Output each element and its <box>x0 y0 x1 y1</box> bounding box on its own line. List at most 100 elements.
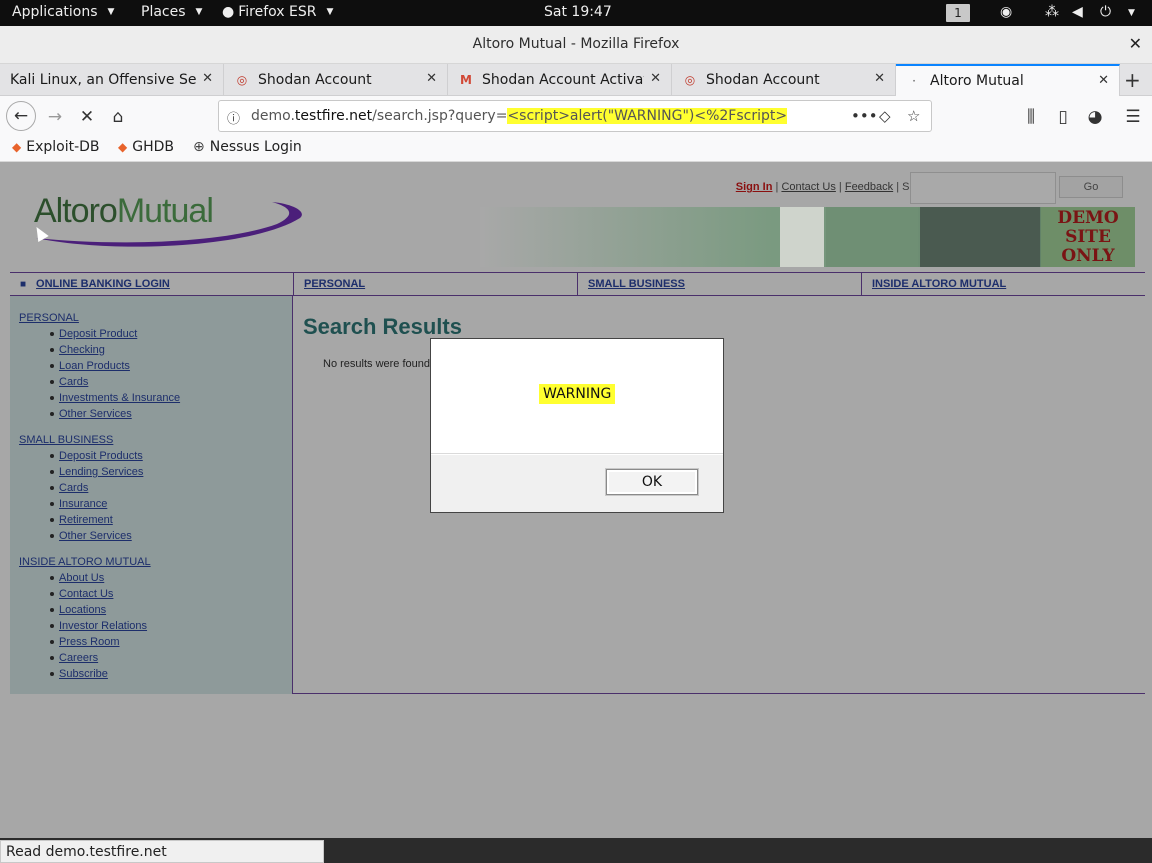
url-bar[interactable]: ⓘ demo.testfire.net/search.jsp?query=<sc… <box>218 100 932 132</box>
window-titlebar: Altoro Mutual - Mozilla Firefox ✕ <box>0 26 1152 64</box>
sidebar-button[interactable]: ▯ <box>1050 104 1076 130</box>
page-actions-icon[interactable]: ••• <box>851 107 878 125</box>
bookmark-ghdb[interactable]: ◆ GHDB <box>118 139 174 155</box>
bookmark-label: GHDB <box>132 139 174 155</box>
left-sidebar: PERSONAL Deposit Product Checking Loan P… <box>10 296 293 694</box>
power-icon[interactable]: ⏻ <box>1100 4 1111 20</box>
nav-small-business-link[interactable]: SMALL BUSINESS <box>588 278 685 290</box>
sidebar-link[interactable]: Retirement <box>59 514 113 526</box>
sidebar-link[interactable]: Other Services <box>59 530 132 542</box>
sidebar-link[interactable]: Investor Relations <box>59 620 147 632</box>
tab-gmail-activation[interactable]: M Shodan Account Activatio ✕ <box>448 64 672 96</box>
feedback-link[interactable]: Feedback <box>845 181 893 193</box>
stop-button[interactable]: ✕ <box>74 104 100 130</box>
caret-down-icon: ▼ <box>107 7 115 17</box>
menu-button[interactable]: ☰ <box>1120 104 1146 130</box>
tab-close-icon[interactable]: ✕ <box>650 71 661 86</box>
tab-altoro-mutual[interactable]: · Altoro Mutual ✕ <box>896 64 1120 96</box>
volume-icon[interactable]: ◀ <box>1072 4 1083 20</box>
firefox-app-menu[interactable]: ● Firefox ESR ▼ <box>222 4 333 20</box>
site-info-icon[interactable]: ⓘ <box>227 108 240 127</box>
nav-login-link[interactable]: ONLINE BANKING LOGIN <box>36 278 170 290</box>
tab-strip: Kali Linux, an Offensive Secu ✕ ◎ Shodan… <box>0 64 1152 96</box>
sidebar-link[interactable]: Checking <box>59 344 105 356</box>
back-button[interactable]: ← <box>6 101 36 131</box>
clock[interactable]: Sat 19:47 <box>544 4 612 20</box>
sidebar-link[interactable]: About Us <box>59 572 104 584</box>
sign-in-link[interactable]: Sign In <box>736 181 773 193</box>
site-search-input[interactable] <box>910 172 1056 204</box>
nav-personal[interactable]: PERSONAL <box>293 273 577 295</box>
sidebar-personal-heading[interactable]: PERSONAL <box>19 312 79 324</box>
globe-icon: ⊕ <box>193 139 205 155</box>
sidebar-small-business-heading[interactable]: SMALL BUSINESS <box>19 434 113 446</box>
banner-photo-woman <box>780 207 824 267</box>
sidebar-link[interactable]: Contact Us <box>59 588 113 600</box>
bookmark-nessus-login[interactable]: ⊕ Nessus Login <box>193 139 302 155</box>
window-close-button[interactable]: ✕ <box>1129 34 1142 53</box>
applications-menu[interactable]: Applications ▼ <box>12 4 114 20</box>
library-button[interactable]: ⫼ <box>1018 104 1044 130</box>
sidebar-link[interactable]: Subscribe <box>59 668 108 680</box>
go-button[interactable]: Go <box>1059 176 1123 198</box>
home-button[interactable]: ⌂ <box>105 104 131 130</box>
sidebar-link[interactable]: Locations <box>59 604 106 616</box>
tab-shodan-account-1[interactable]: ◎ Shodan Account ✕ <box>224 64 448 96</box>
bullet <box>50 412 54 416</box>
sidebar-link[interactable]: Investments & Insurance <box>59 392 180 404</box>
bookmark-star-icon[interactable]: ☆ <box>907 107 920 125</box>
tab-kali[interactable]: Kali Linux, an Offensive Secu ✕ <box>0 64 224 96</box>
camera-icon[interactable]: ◉ <box>1000 4 1012 20</box>
sidebar-link[interactable]: Deposit Product <box>59 328 137 340</box>
bullet <box>50 396 54 400</box>
contact-us-link[interactable]: Contact Us <box>781 181 835 193</box>
alert-message: WARNING <box>539 384 616 404</box>
logo-text: AltoroMutual <box>34 192 214 231</box>
banner-photo-meeting <box>920 207 1040 267</box>
sidebar-link[interactable]: Cards <box>59 482 88 494</box>
bullet <box>50 502 54 506</box>
account-icon: ◕ <box>1087 107 1103 127</box>
new-tab-button[interactable]: + <box>1124 68 1141 92</box>
sidebar-link[interactable]: Other Services <box>59 408 132 420</box>
sidebar-link[interactable]: Lending Services <box>59 466 143 478</box>
gmail-icon: M <box>460 73 472 87</box>
network-icon[interactable]: ⁂ <box>1045 4 1059 20</box>
sidebar-link[interactable]: Press Room <box>59 636 120 648</box>
hamburger-menu-icon: ☰ <box>1125 107 1141 127</box>
sidebar-link[interactable]: Cards <box>59 376 88 388</box>
status-bar: Read demo.testfire.net <box>0 840 324 863</box>
firefox-icon: ● <box>222 4 235 20</box>
ok-button[interactable]: OK <box>606 469 698 495</box>
stop-icon: ✕ <box>79 107 95 127</box>
bullet <box>50 470 54 474</box>
nav-inside-altoro[interactable]: INSIDE ALTORO MUTUAL <box>861 273 1145 295</box>
tab-close-icon[interactable]: ✕ <box>426 71 437 86</box>
loading-icon: · <box>912 74 916 88</box>
forward-button[interactable]: → <box>42 104 68 130</box>
altoro-logo[interactable]: AltoroMutual <box>32 192 322 252</box>
tab-shodan-account-2[interactable]: ◎ Shodan Account ✕ <box>672 64 896 96</box>
alert-button-area: OK <box>431 455 723 512</box>
tab-close-icon[interactable]: ✕ <box>1098 73 1109 88</box>
nav-small-business[interactable]: SMALL BUSINESS <box>577 273 861 295</box>
pocket-icon[interactable]: ◇ <box>879 107 891 125</box>
bullet <box>50 348 54 352</box>
sidebar-link[interactable]: Deposit Products <box>59 450 143 462</box>
sidebar-link[interactable]: Insurance <box>59 498 107 510</box>
tab-close-icon[interactable]: ✕ <box>874 71 885 86</box>
places-menu[interactable]: Places ▼ <box>141 4 202 20</box>
workspace-indicator[interactable]: 1 <box>946 4 970 22</box>
account-button[interactable]: ◕ <box>1082 104 1108 130</box>
sidebar-link[interactable]: Loan Products <box>59 360 130 372</box>
sidebar-inside-heading[interactable]: INSIDE ALTORO MUTUAL <box>19 556 151 568</box>
firefox-label: Firefox ESR <box>238 4 317 20</box>
caret-down-icon[interactable]: ▼ <box>1128 8 1135 18</box>
nav-inside-link[interactable]: INSIDE ALTORO MUTUAL <box>872 278 1006 290</box>
nav-online-banking-login[interactable]: ■ ONLINE BANKING LOGIN <box>10 273 293 295</box>
bookmark-exploit-db[interactable]: ◆ Exploit-DB <box>12 139 100 155</box>
nav-personal-link[interactable]: PERSONAL <box>304 278 365 290</box>
sidebar-link[interactable]: Careers <box>59 652 98 664</box>
tab-close-icon[interactable]: ✕ <box>202 71 213 86</box>
bullet <box>50 534 54 538</box>
